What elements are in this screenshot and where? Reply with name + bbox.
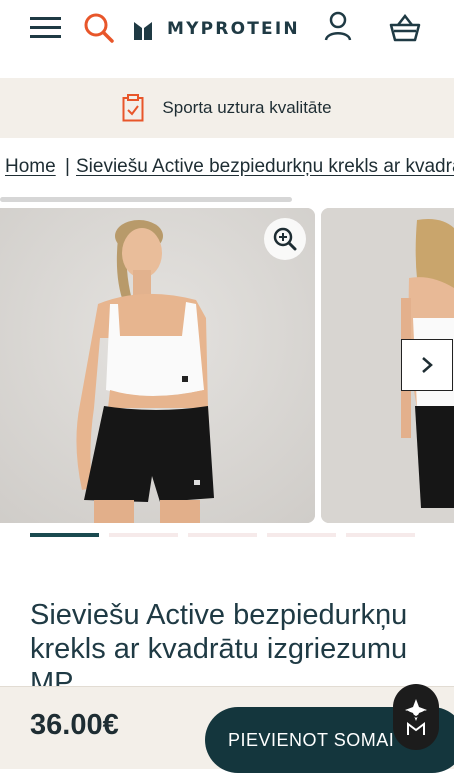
menu-button[interactable] [26, 10, 66, 46]
product-image-front[interactable] [0, 208, 315, 523]
product-price: 36.00€ [30, 709, 119, 741]
breadcrumb: Home | Sieviešu Active bezpiedurkņu krek… [0, 154, 454, 182]
model-front-photo [0, 208, 315, 523]
promo-banner: Sporta uztura kvalitāte [0, 78, 454, 138]
pagination-dot[interactable] [109, 533, 178, 537]
chevron-right-icon [422, 357, 433, 373]
breadcrumb-separator: | [65, 156, 70, 177]
zoom-in-icon [273, 227, 297, 251]
breadcrumb-scrollbar[interactable] [0, 197, 292, 202]
logo-mark-icon [134, 22, 152, 40]
site-header: MYPROTEIN [0, 0, 454, 78]
brand-name: MYPROTEIN [167, 19, 300, 39]
basket-button[interactable] [384, 8, 426, 48]
account-button[interactable] [318, 6, 358, 46]
search-button[interactable] [80, 8, 118, 48]
menu-icon [30, 17, 61, 38]
basket-icon [389, 14, 421, 42]
pagination-dot[interactable] [267, 533, 336, 537]
gallery-pagination [30, 533, 415, 537]
zoom-button[interactable] [264, 218, 306, 260]
product-title: Sieviešu Active bezpiedurkņu krekls ar k… [30, 599, 408, 699]
breadcrumb-current-link[interactable]: Sieviešu Active bezpiedurkņu krekls ar k… [76, 156, 454, 178]
brand-logo[interactable]: MYPROTEIN [134, 14, 300, 44]
next-image-button[interactable] [401, 339, 453, 391]
promo-text: Sporta uztura kvalitāte [162, 98, 332, 117]
search-icon [84, 13, 114, 43]
sparkle-m-icon [405, 699, 427, 735]
account-icon [324, 11, 352, 41]
pagination-dot[interactable] [346, 533, 415, 537]
pagination-dot[interactable] [30, 533, 99, 537]
pagination-dot[interactable] [188, 533, 257, 537]
breadcrumb-home-link[interactable]: Home [5, 156, 56, 178]
sticky-purchase-bar: 36.00€ PIEVIENOT SOMAI [0, 686, 454, 773]
product-gallery[interactable] [0, 208, 454, 524]
chat-assistant-button[interactable] [393, 684, 439, 750]
clipboard-check-icon [122, 94, 144, 122]
